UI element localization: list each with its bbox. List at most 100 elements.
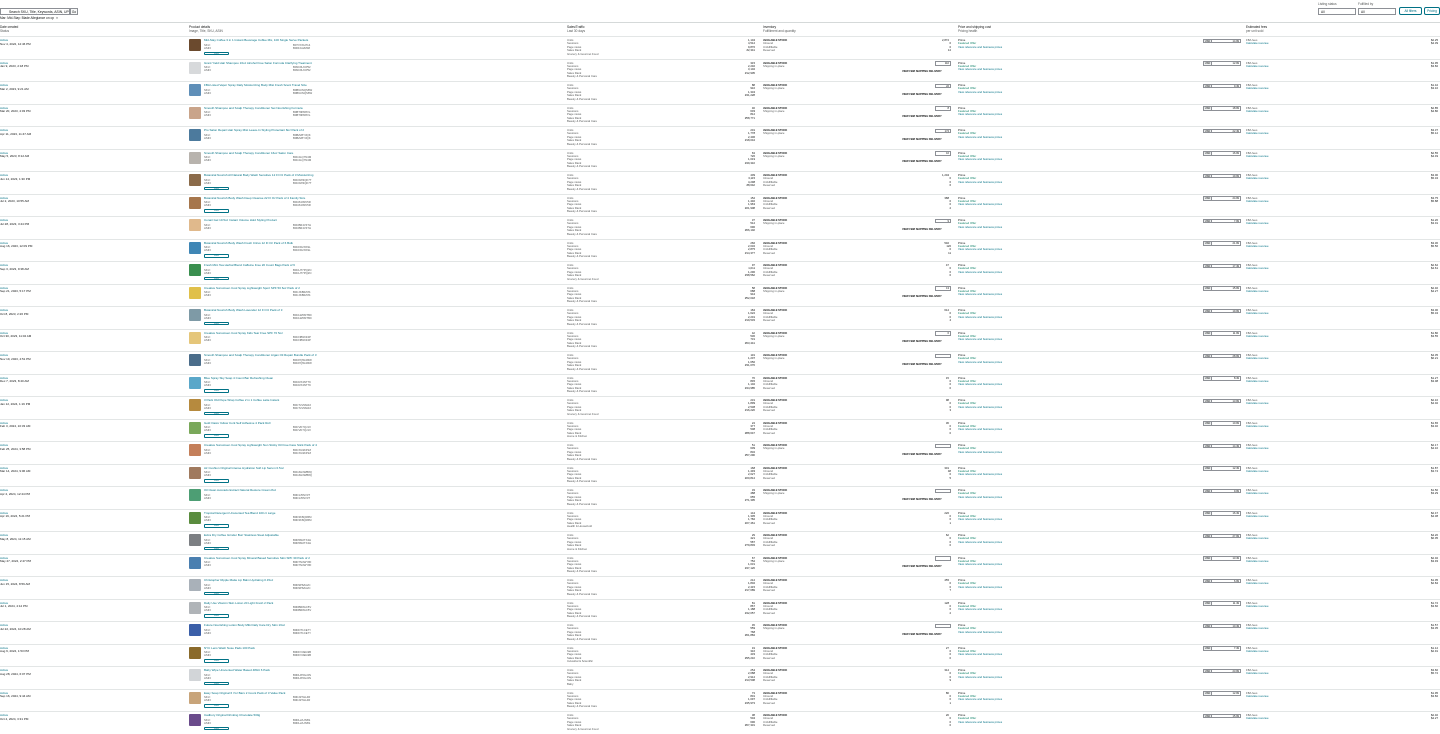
product-image[interactable]: [189, 534, 201, 546]
view-reference-link[interactable]: View reference and business prices: [958, 382, 1238, 386]
product-image[interactable]: [189, 624, 201, 636]
view-shipping-link[interactable]: VIEW FBM SHIPPING DELIVERY: [902, 115, 942, 118]
product-title-link[interactable]: Smooth Shampoo and Scalp Therapy Conditi…: [204, 354, 554, 358]
product-image[interactable]: [189, 714, 201, 726]
calculate-link[interactable]: Calculate revenue: [1246, 491, 1440, 495]
calculate-link[interactable]: Calculate revenue: [1246, 154, 1440, 158]
price-input[interactable]: USD 7.49: [1203, 646, 1241, 651]
price-input[interactable]: USD 13.99: [1203, 398, 1241, 403]
product-title-link[interactable]: Gold Oasis Yellow Cork Self Adhesive 4 P…: [204, 422, 554, 426]
product-title-link[interactable]: Baby Wipe Unscented Water Based 480ct 6 …: [204, 669, 554, 673]
search-button[interactable]: Go: [70, 8, 78, 15]
product-title-link[interactable]: Grant Yield Hair Shampoo 16oz Alcohol Fr…: [204, 62, 554, 66]
view-reference-link[interactable]: View reference and business prices: [958, 135, 1238, 139]
view-shipping-link[interactable]: VIEW FBM SHIPPING DELIVERY: [902, 498, 942, 501]
product-image[interactable]: [189, 39, 201, 51]
product-title-link[interactable]: Oil Clean Avocado Extract Natural Restor…: [204, 489, 554, 493]
product-image[interactable]: [189, 129, 201, 141]
product-title-link[interactable]: Smooth Shampoo and Scalp Therapy Conditi…: [204, 107, 554, 111]
view-reference-link[interactable]: View reference and business prices: [958, 45, 1238, 49]
product-title-link[interactable]: Botanical Nourish Body Wash Fresh Citrus…: [204, 242, 554, 246]
product-image[interactable]: [189, 84, 201, 96]
view-reference-link[interactable]: View reference and business prices: [958, 270, 1238, 274]
product-image[interactable]: [189, 466, 201, 479]
price-input[interactable]: USD 17.49: [1203, 263, 1241, 268]
product-image[interactable]: [189, 579, 201, 591]
price-input[interactable]: USD 16.99: [1203, 151, 1241, 156]
product-title-link[interactable]: Easy Soap Original 6 7oz Bars 2 Count Pa…: [204, 692, 554, 696]
product-title-link[interactable]: Pro Salon Repair Hair Spray Mist Leave-I…: [204, 129, 554, 133]
all-filters-button[interactable]: All filters: [1399, 7, 1422, 15]
fulfillment-tag[interactable]: FBA: [204, 614, 229, 618]
price-input[interactable]: USD 27.99: [1203, 533, 1241, 538]
calculate-link[interactable]: Calculate revenue: [1246, 334, 1440, 338]
view-reference-link[interactable]: View reference and business prices: [958, 450, 1238, 454]
product-image[interactable]: [189, 444, 201, 456]
view-shipping-link[interactable]: VIEW FBM SHIPPING DELIVERY: [902, 363, 942, 366]
quantity-input[interactable]: [935, 353, 951, 358]
product-image[interactable]: [189, 241, 201, 254]
price-input[interactable]: USD 19.99: [1203, 173, 1241, 178]
fulfillment-tag[interactable]: FBA: [204, 479, 229, 483]
product-image[interactable]: [189, 421, 201, 434]
calculate-link[interactable]: Calculate revenue: [1246, 671, 1440, 675]
product-image[interactable]: [189, 286, 201, 299]
view-reference-link[interactable]: View reference and business prices: [958, 292, 1238, 296]
col-details[interactable]: Product details Image, Title, SKU, ASIN: [189, 25, 223, 33]
product-title-link[interactable]: FBA Listed Vapor Spray Daily Moisturizin…: [204, 84, 554, 88]
fulfillment-tag[interactable]: FBA: [204, 51, 229, 56]
view-reference-link[interactable]: View reference and business prices: [958, 540, 1238, 544]
calculate-link[interactable]: Calculate revenue: [1246, 199, 1440, 203]
product-title-link[interactable]: Air Cushion Original Intense Hydration S…: [204, 467, 554, 471]
view-reference-link[interactable]: View reference and business prices: [958, 720, 1238, 724]
quantity-input[interactable]: 9: [935, 218, 951, 223]
view-reference-link[interactable]: View reference and business prices: [958, 495, 1238, 499]
product-title-link[interactable]: Christopher Ripple Matte Lip Balm Hydrat…: [204, 579, 554, 583]
view-reference-link[interactable]: View reference and business prices: [958, 675, 1238, 679]
view-reference-link[interactable]: View reference and business prices: [958, 315, 1238, 319]
price-input[interactable]: USD 7.99: [1203, 218, 1241, 223]
product-title-link[interactable]: Cadbury Original Drinking Chocolate 500g: [204, 714, 554, 718]
view-reference-link[interactable]: View reference and business prices: [958, 247, 1238, 251]
view-reference-link[interactable]: View reference and business prices: [958, 67, 1238, 71]
product-image[interactable]: [189, 174, 201, 186]
quantity-input[interactable]: 174: [935, 128, 951, 133]
product-title-link[interactable]: Smooth Shampoo and Scalp Therapy Conditi…: [204, 152, 554, 156]
product-image[interactable]: [189, 691, 201, 704]
product-title-link[interactable]: Conair Gel 10.5oz Instant Volume Hold St…: [204, 219, 554, 223]
view-shipping-link[interactable]: VIEW FBM SHIPPING DELIVERY: [902, 93, 942, 96]
view-reference-link[interactable]: View reference and business prices: [958, 472, 1238, 476]
price-input[interactable]: USD 11.49: [1203, 601, 1241, 606]
view-reference-link[interactable]: View reference and business prices: [958, 405, 1238, 409]
product-image[interactable]: [189, 354, 201, 366]
product-title-link[interactable]: Creative Sunscreen Cool Spray Lightweigh…: [204, 444, 554, 448]
view-reference-link[interactable]: View reference and business prices: [958, 697, 1238, 701]
price-input[interactable]: USD 14.99: [1203, 38, 1241, 43]
view-shipping-link[interactable]: VIEW FBM SHIPPING DELIVERY: [902, 453, 942, 456]
calculate-link[interactable]: Calculate revenue: [1246, 424, 1440, 428]
view-shipping-link[interactable]: VIEW FBM SHIPPING DELIVERY: [902, 565, 942, 568]
price-input[interactable]: USD 8.49: [1203, 376, 1241, 381]
view-shipping-link[interactable]: VIEW FBM SHIPPING DELIVERY: [902, 295, 942, 298]
view-shipping-link[interactable]: VIEW FBM SHIPPING DELIVERY: [902, 340, 942, 343]
fulfillment-tag[interactable]: FBA: [204, 704, 229, 708]
view-reference-link[interactable]: View reference and business prices: [958, 112, 1238, 116]
calculate-link[interactable]: Calculate revenue: [1246, 559, 1440, 563]
view-reference-link[interactable]: View reference and business prices: [958, 427, 1238, 431]
fulfillment-tag[interactable]: FBA: [204, 524, 229, 528]
calculate-link[interactable]: Calculate revenue: [1246, 176, 1440, 180]
calculate-link[interactable]: Calculate revenue: [1246, 649, 1440, 653]
price-input[interactable]: USD 19.99: [1203, 308, 1241, 313]
calculate-link[interactable]: Calculate revenue: [1246, 401, 1440, 405]
product-title-link[interactable]: Creative Sunscreen Cool Spray Lightweigh…: [204, 287, 554, 291]
calculate-link[interactable]: Calculate revenue: [1246, 311, 1440, 315]
price-input[interactable]: USD 12.99: [1203, 61, 1241, 66]
calculate-link[interactable]: Calculate revenue: [1246, 109, 1440, 113]
price-input[interactable]: USD 12.49: [1203, 466, 1241, 471]
quantity-input[interactable]: 8: [935, 106, 951, 111]
fulfillment-tag[interactable]: FBA: [204, 681, 229, 686]
fulfillment-tag[interactable]: FBA: [204, 186, 229, 191]
col-date[interactable]: Date created Status: [0, 25, 18, 33]
product-title-link[interactable]: 3 Pack Old Pepe Wrap Coffee 2 in 1 Coffe…: [204, 399, 554, 403]
fulfillment-tag[interactable]: FBA: [204, 726, 229, 731]
